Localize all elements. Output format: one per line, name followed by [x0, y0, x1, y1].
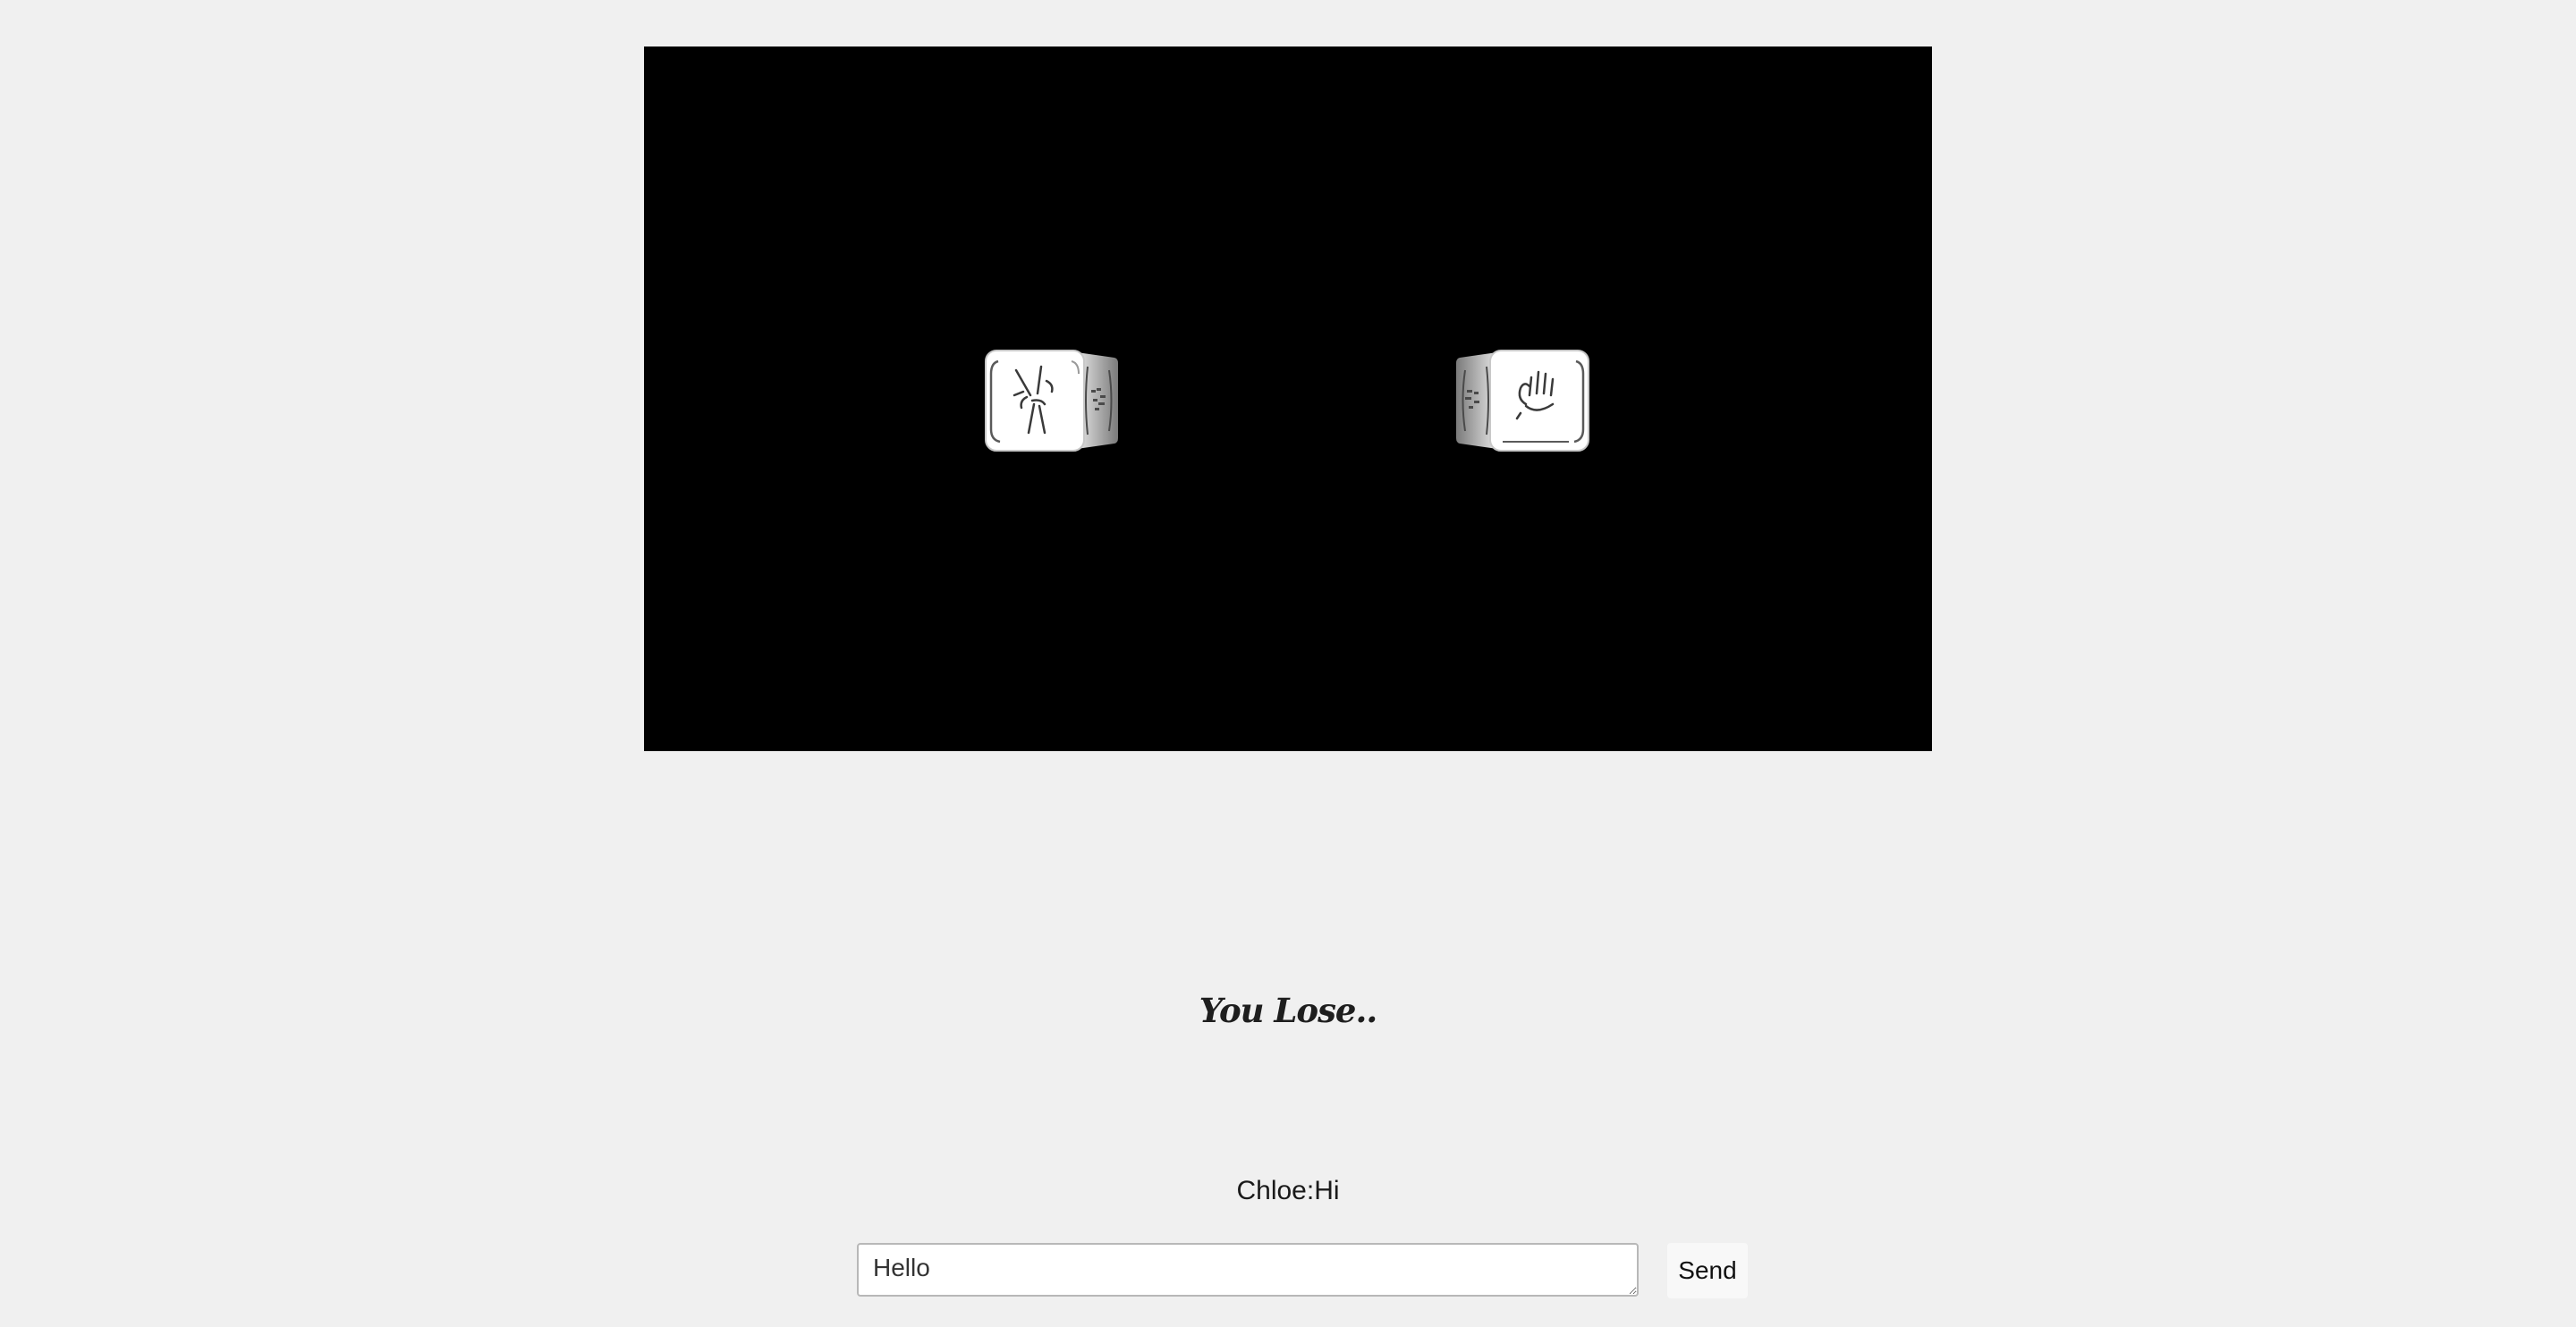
send-button[interactable]: Send [1667, 1243, 1748, 1298]
chat-message: Chloe:Hi [1236, 1176, 1340, 1205]
rock-hand-icon [1515, 370, 1555, 420]
game-result-text: You Lose.. [1199, 991, 1378, 1030]
opponent-die [1454, 349, 1590, 452]
paper-hand-icon [1091, 388, 1106, 410]
chat-input[interactable] [857, 1243, 1639, 1297]
paper-hand-icon [1465, 390, 1479, 409]
scissors-hand-icon [1013, 365, 1054, 435]
player-die [984, 349, 1120, 452]
game-canvas[interactable] [644, 46, 1932, 751]
